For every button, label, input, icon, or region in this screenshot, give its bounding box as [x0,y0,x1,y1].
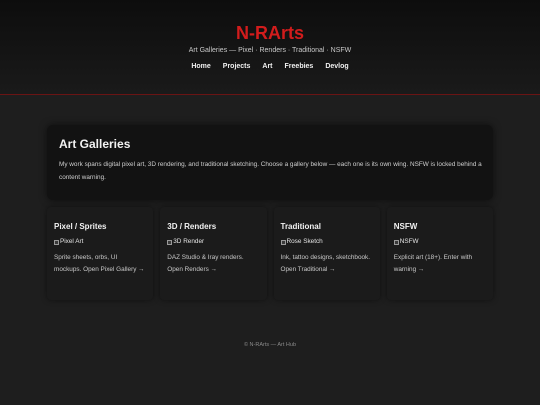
gallery-card-title: NSFW [393,222,418,231]
gallery-card-title: Traditional [280,222,321,231]
gallery-card-title: Pixel / Sprites [54,222,107,231]
intro-text: My work spans digital pixel art, 3D rend… [59,161,482,181]
gallery-card-image: Pixel Art [54,238,83,246]
nav-projects[interactable]: Projects [223,62,251,72]
gallery-card-image: NSFW [393,238,419,246]
nav-devlog[interactable]: Devlog [325,62,348,72]
broken-image-icon [393,239,399,245]
broken-image-icon [54,239,59,245]
broken-image-icon [280,239,286,245]
gallery-card-description[interactable]: Explicit art (18+). Enter with warning → [394,252,486,276]
gallery-grid: Pixel / Sprites Pixel Art Sprite sheets,… [47,207,493,300]
gallery-card-image-alt: Pixel Art [60,238,84,245]
nav-art[interactable]: Art [262,62,272,72]
nav-freebies[interactable]: Freebies [285,62,314,72]
site-tagline: Art Galleries — Pixel · Renders · Tradit… [188,47,352,54]
gallery-card-image-alt: 3D Render [173,238,205,245]
gallery-card-nsfw[interactable]: NSFW NSFW Explicit art (18+). Enter with… [386,207,493,300]
gallery-card-title: 3D / Renders [167,222,217,231]
gallery-card-image-alt: Rose Sketch [286,238,323,245]
gallery-card-image-alt: NSFW [399,238,419,245]
gallery-card-description[interactable]: DAZ Studio & Iray renders. Open Renders … [167,252,259,276]
site-header: N-RArts Art Galleries — Pixel · Renders … [0,0,540,95]
intro-card: Art Galleries My work spans digital pixe… [47,125,493,200]
gallery-card-description[interactable]: Sprite sheets, orbs, UI mockups. Open Pi… [54,252,146,276]
broken-image-icon [167,239,173,245]
site-title[interactable]: N-RArts [0,23,540,43]
gallery-card-image: 3D Render [167,238,204,246]
footer-text: © N-RArts — Art Hub [243,342,297,348]
gallery-card-renders[interactable]: 3D / Renders 3D Render DAZ Studio & Iray… [160,207,267,300]
gallery-card-image: Rose Sketch [280,238,323,246]
site-footer: © N-RArts — Art Hub [0,341,540,349]
gallery-card-pixel[interactable]: Pixel / Sprites Pixel Art Sprite sheets,… [47,207,154,300]
page-title: Art Galleries [59,137,131,151]
gallery-card-description[interactable]: Ink, tattoo designs, sketchbook. Open Tr… [281,252,373,276]
main-nav: Home Projects Art Freebies Devlog [0,62,540,72]
gallery-card-traditional[interactable]: Traditional Rose Sketch Ink, tattoo desi… [273,207,380,300]
nav-home[interactable]: Home [191,62,210,72]
